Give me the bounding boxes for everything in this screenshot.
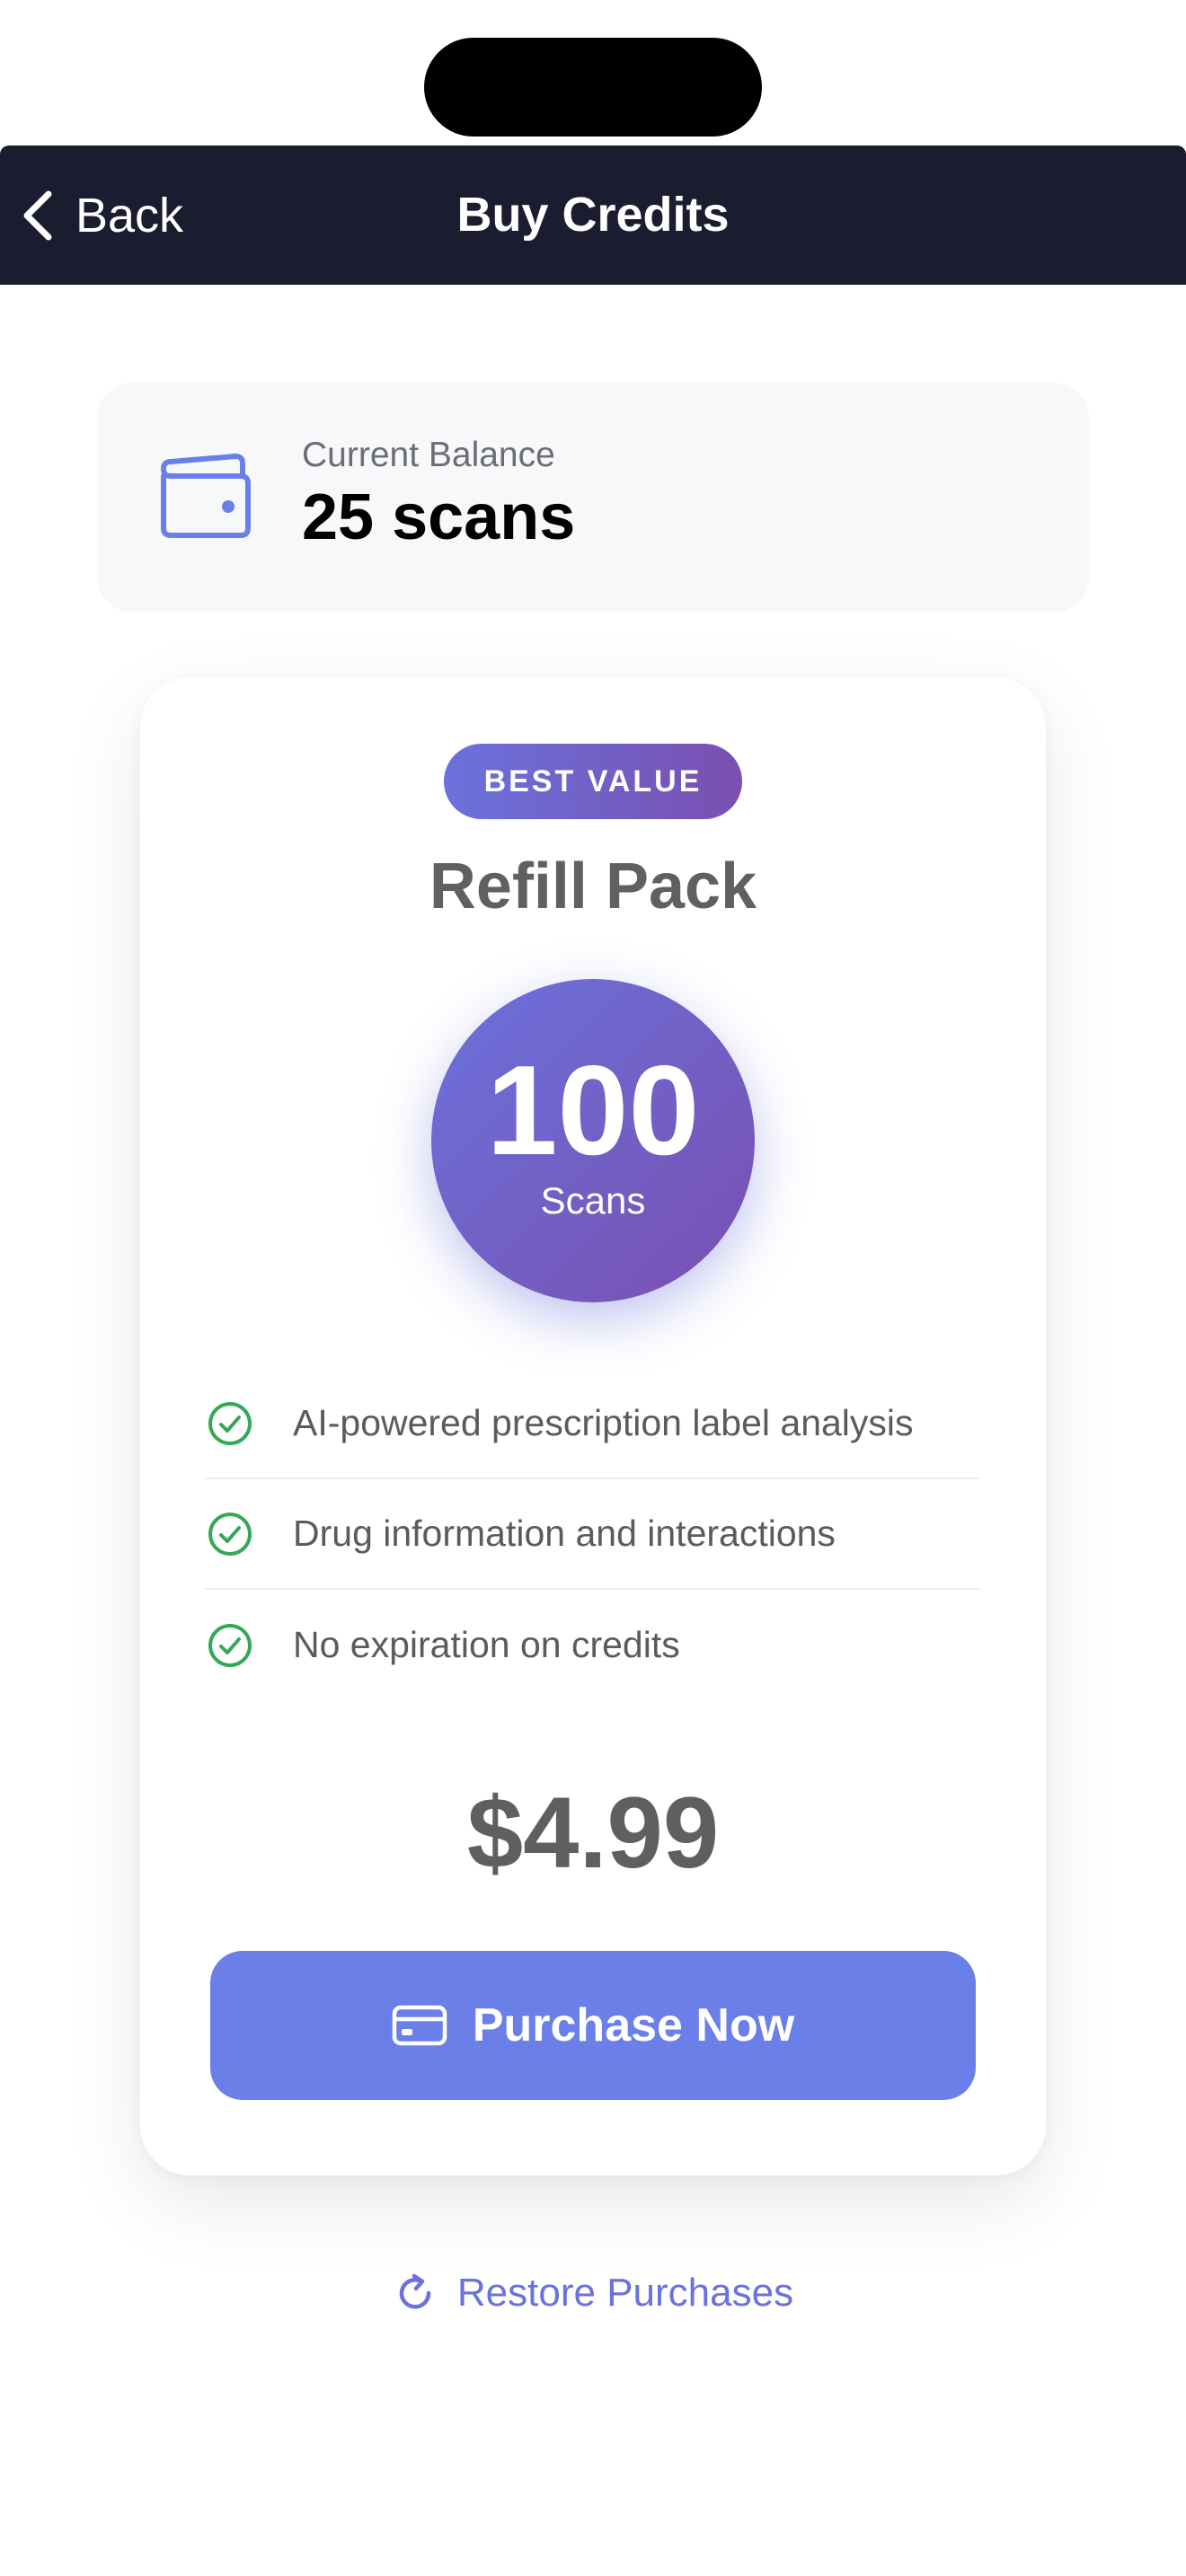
feature-label: No expiration on credits <box>293 1624 680 1665</box>
check-circle-icon <box>208 1401 252 1445</box>
chevron-left-icon <box>23 190 52 240</box>
balance-text: Current Balance 25 scans <box>302 436 576 553</box>
navigation-bar: Back Buy Credits <box>0 146 1186 285</box>
feature-list: AI-powered prescription label analysis D… <box>205 1369 981 1700</box>
check-circle-icon <box>208 1512 252 1556</box>
scan-unit: Scans <box>540 1179 646 1222</box>
scan-count: 100 <box>486 1039 700 1182</box>
wallet-icon <box>161 454 251 538</box>
buy-credits-screen: Back Buy Credits Current Balance 25 scan… <box>0 0 1186 2576</box>
back-button[interactable]: Back <box>20 146 183 285</box>
price-label: $4.99 <box>466 1777 720 1889</box>
purchase-now-button[interactable]: Purchase Now <box>210 1951 976 2100</box>
best-value-badge: BEST VALUE <box>444 744 742 819</box>
back-label: Back <box>75 188 184 243</box>
restore-purchases-label: Restore Purchases <box>456 2271 794 2315</box>
feature-item: AI-powered prescription label analysis <box>205 1369 981 1479</box>
restore-purchases-button[interactable]: Restore Purchases <box>0 2263 1186 2323</box>
credit-card-icon <box>392 2005 447 2046</box>
dynamic-island <box>424 38 762 137</box>
feature-item: No expiration on credits <box>205 1590 981 1700</box>
feature-label: Drug information and interactions <box>293 1513 836 1554</box>
purchase-button-label: Purchase Now <box>472 1999 795 2051</box>
refill-pack-card: BEST VALUE Refill Pack 100 Scans AI-powe… <box>140 677 1046 2175</box>
feature-item: Drug information and interactions <box>205 1479 981 1590</box>
check-circle-icon <box>208 1623 252 1667</box>
balance-label: Current Balance <box>302 436 555 474</box>
refresh-icon <box>399 2273 431 2309</box>
scan-count-circle: 100 Scans <box>431 979 755 1302</box>
feature-label: AI-powered prescription label analysis <box>293 1402 914 1443</box>
current-balance-card: Current Balance 25 scans <box>97 383 1089 613</box>
pack-title: Refill Pack <box>429 851 757 922</box>
balance-value: 25 scans <box>302 481 576 553</box>
